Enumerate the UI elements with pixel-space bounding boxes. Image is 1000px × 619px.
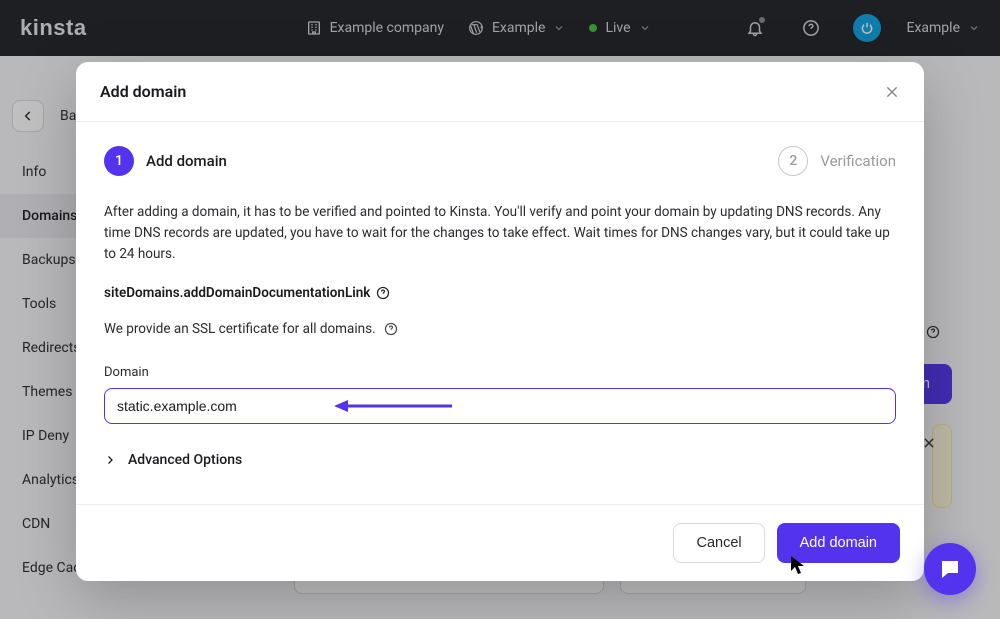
add-domain-modal: Add domain 1 Add domain 2 Verification A… [76,62,924,581]
close-icon [884,84,900,100]
modal-description: After adding a domain, it has to be veri… [104,202,896,265]
step1-label: Add domain [146,152,227,170]
domain-field-label: Domain [104,365,896,380]
help-icon [376,286,390,300]
step2-label: Verification [820,152,896,170]
step-verification: 2 Verification [778,146,896,176]
step1-number: 1 [104,146,134,176]
chat-launcher[interactable] [924,543,976,595]
documentation-link[interactable]: siteDomains.addDomainDocumentationLink [104,285,896,301]
chat-icon [938,557,962,581]
cancel-button[interactable]: Cancel [673,523,764,563]
domain-input[interactable] [104,388,896,424]
ssl-info-row: We provide an SSL certificate for all do… [104,321,896,337]
modal-close-button[interactable] [884,84,900,100]
chevron-right-icon [104,454,116,466]
submit-add-domain-button[interactable]: Add domain [777,523,900,563]
advanced-options-toggle[interactable]: Advanced Options [104,452,896,468]
step-add-domain: 1 Add domain [104,146,227,176]
modal-title: Add domain [100,82,186,101]
step2-number: 2 [778,146,808,176]
help-icon [384,322,398,336]
